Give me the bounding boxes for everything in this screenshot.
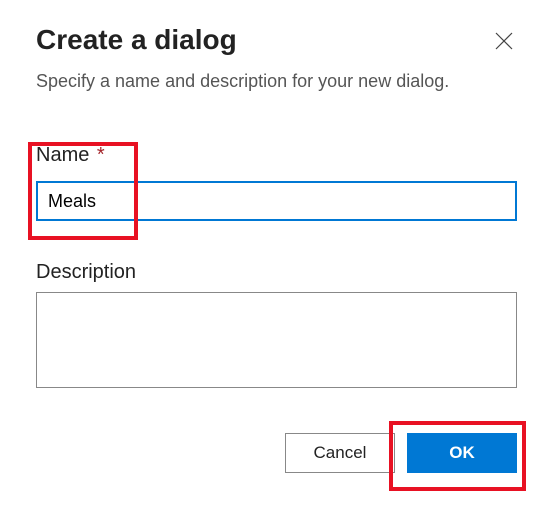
description-field-group: Description — [36, 261, 517, 393]
dialog-subtitle: Specify a name and description for your … — [36, 71, 517, 92]
create-dialog-modal: Create a dialog Specify a name and descr… — [0, 0, 553, 497]
close-icon — [495, 32, 513, 50]
ok-button[interactable]: OK — [407, 433, 517, 473]
description-input[interactable] — [36, 292, 517, 388]
dialog-title: Create a dialog — [36, 24, 237, 56]
cancel-button[interactable]: Cancel — [285, 433, 395, 473]
dialog-header: Create a dialog — [36, 24, 517, 57]
name-label-text: Name — [36, 144, 89, 166]
description-label: Description — [36, 261, 517, 284]
dialog-footer: Cancel OK — [36, 433, 517, 473]
name-label: Name * — [36, 144, 105, 167]
name-field-group: Name * — [36, 140, 517, 221]
name-input[interactable] — [36, 181, 517, 221]
close-button[interactable] — [491, 28, 517, 57]
required-marker: * — [97, 144, 105, 166]
